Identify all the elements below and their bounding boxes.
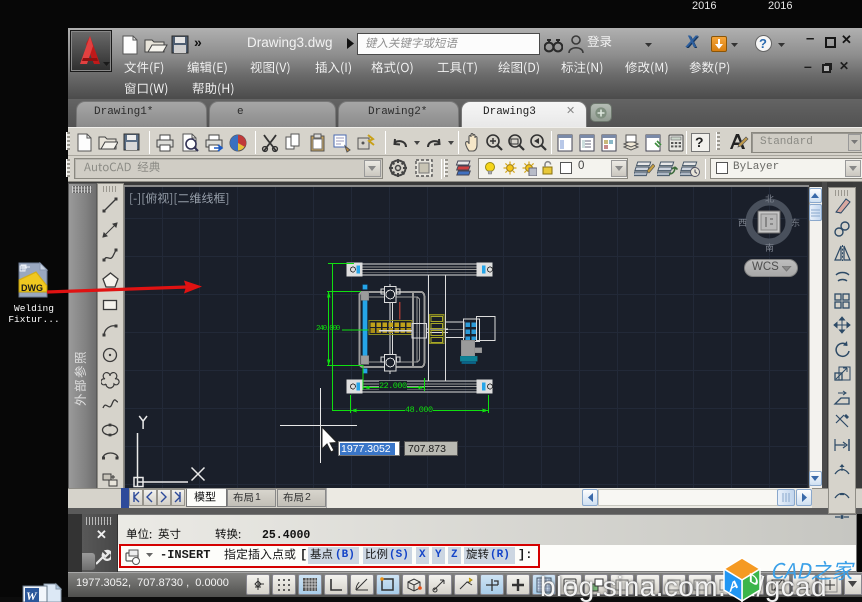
svg-text:W: W — [26, 589, 38, 602]
svg-text:DWG: DWG — [21, 283, 43, 293]
